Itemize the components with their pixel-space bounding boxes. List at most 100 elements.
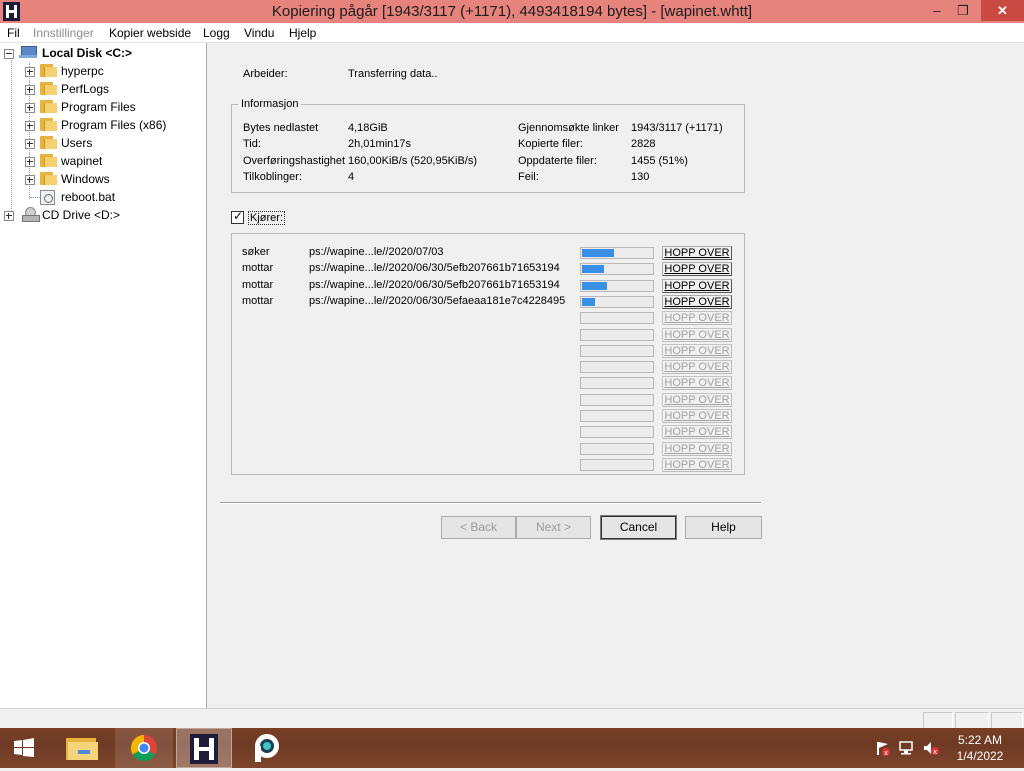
skip-button[interactable]: HOPP OVER: [662, 327, 732, 342]
menu-window[interactable]: Vindu: [244, 26, 274, 40]
transfer-url: ps://wapine...le//2020/06/30/5efaeaa181e…: [309, 294, 566, 307]
tree-item-users[interactable]: Users: [22, 135, 202, 151]
file-explorer-icon: [66, 738, 98, 760]
back-button[interactable]: < Back: [441, 516, 516, 539]
tree-item-label: Users: [61, 136, 93, 150]
local-disk-icon: [19, 46, 39, 59]
expand-toggle[interactable]: [25, 67, 35, 77]
progress-fill: [582, 281, 607, 290]
help-button[interactable]: Help: [685, 516, 762, 539]
bytes-label: Bytes nedlastet: [243, 122, 319, 134]
transfer-url: ps://wapine...le//2020/06/30/5efb207661b…: [309, 278, 560, 291]
expand-toggle[interactable]: [25, 121, 35, 131]
skip-button[interactable]: HOPP OVER: [662, 278, 732, 293]
menu-copy-website[interactable]: Kopier webside: [109, 26, 191, 40]
tree-item-label: Windows: [61, 172, 110, 186]
menu-help[interactable]: Hjelp: [289, 26, 316, 40]
restore-button[interactable]: ❐: [950, 0, 976, 21]
close-button[interactable]: ✕: [981, 0, 1024, 21]
expand-toggle[interactable]: [25, 157, 35, 167]
skip-button[interactable]: HOPP OVER: [662, 311, 732, 326]
info-group: Informasjon: [231, 98, 745, 193]
transfer-progress-bar: [580, 312, 654, 325]
expand-toggle[interactable]: [25, 139, 35, 149]
tree-item-windows[interactable]: Windows: [22, 171, 202, 187]
skip-button[interactable]: HOPP OVER: [662, 246, 732, 260]
expand-toggle[interactable]: [4, 211, 14, 221]
folder-icon: [40, 82, 57, 95]
menu-file[interactable]: Fil: [7, 26, 20, 40]
transfer-progress-bar: [580, 279, 654, 292]
transfer-progress-bar: [580, 247, 654, 259]
speed-value: 160,00KiB/s (520,95KiB/s): [348, 155, 478, 167]
transfer-progress-bar: [580, 328, 654, 341]
skip-button[interactable]: HOPP OVER: [662, 262, 732, 277]
skip-button[interactable]: HOPP OVER: [662, 294, 732, 309]
transfer-progress-bar: [580, 344, 654, 357]
tree-connector: [30, 197, 40, 198]
skip-button[interactable]: HOPP OVER: [662, 409, 732, 423]
tree-item-label: PerfLogs: [61, 82, 110, 96]
tree-item-wapinet[interactable]: wapinet: [22, 153, 202, 169]
tree-item-program-files[interactable]: Program Files: [22, 99, 202, 115]
skip-button[interactable]: HOPP OVER: [662, 441, 732, 456]
expand-toggle[interactable]: [25, 103, 35, 113]
folder-icon: [40, 136, 57, 149]
copied-label: Kopierte filer:: [518, 138, 583, 150]
collapse-toggle[interactable]: [4, 49, 14, 59]
running-checkbox[interactable]: ✓: [231, 209, 244, 224]
menu-settings[interactable]: Innstillinger: [33, 26, 94, 40]
folder-icon: [40, 154, 57, 167]
transfer-progress-bar: [580, 393, 654, 406]
tree-item-local-disk-c[interactable]: Local Disk <C:>: [4, 45, 204, 61]
window-title: Kopiering pågår [1943/3117 (+1171), 4493…: [271, 3, 753, 20]
menu-log[interactable]: Logg: [203, 26, 230, 40]
transfer-progress-bar: [580, 458, 654, 471]
skip-button[interactable]: HOPP OVER: [662, 376, 732, 391]
tree-item-label: Local Disk <C:>: [42, 46, 133, 60]
transfer-url: ps://wapine...le//2020/07/03: [309, 246, 444, 258]
tree-item-label: CD Drive <D:>: [42, 208, 121, 222]
resize-grip[interactable]: [991, 712, 1023, 729]
skip-button[interactable]: HOPP OVER: [662, 457, 732, 472]
skip-button[interactable]: HOPP OVER: [662, 425, 732, 440]
volume-muted-icon[interactable]: x: [922, 740, 940, 756]
status-panel: [955, 712, 989, 729]
check-icon: ✓: [233, 209, 244, 223]
action-center-flag-icon[interactable]: x: [874, 740, 890, 757]
transfer-progress-bar: [580, 377, 654, 390]
transfer-progress-bar: [580, 295, 654, 308]
minimize-button[interactable]: –: [924, 0, 950, 21]
running-label: Kjører:: [248, 211, 285, 225]
tree-item-label: Program Files: [61, 100, 136, 114]
main-panel: Arbeider: Transferring data.. Informasjo…: [208, 43, 1024, 708]
tree-item-cd-drive-d[interactable]: CD Drive <D:>: [4, 207, 204, 223]
network-icon[interactable]: [898, 740, 916, 756]
tree-item-program-files-x86[interactable]: Program Files (x86): [22, 117, 202, 133]
bytes-value: 4,18GiB: [348, 122, 388, 134]
tree-connector: [11, 57, 12, 217]
skip-button[interactable]: HOPP OVER: [662, 343, 732, 358]
expand-toggle[interactable]: [25, 175, 35, 185]
taskbar-httrack[interactable]: [176, 728, 232, 768]
taskbar-file-explorer[interactable]: [58, 728, 106, 768]
skip-button[interactable]: HOPP OVER: [662, 392, 732, 407]
windows-logo-icon: [14, 738, 34, 757]
speed-label: Overføringshastighet: [243, 155, 346, 167]
clock-time[interactable]: 5:22 AM: [952, 733, 1008, 747]
cd-drive-icon: [22, 207, 40, 222]
skip-button[interactable]: HOPP OVER: [662, 360, 732, 375]
tree-item-hyperpc[interactable]: hyperpc: [22, 63, 202, 79]
expand-toggle[interactable]: [25, 85, 35, 95]
next-button[interactable]: Next >: [516, 516, 591, 539]
cancel-button[interactable]: Cancel: [600, 515, 677, 540]
taskbar-chrome[interactable]: [115, 728, 173, 768]
title-bar: Kopiering pågår [1943/3117 (+1171), 4493…: [0, 0, 1024, 23]
tree-item-reboot-bat[interactable]: reboot.bat: [22, 189, 202, 205]
transfer-progress-bar: [580, 410, 654, 422]
start-button[interactable]: [4, 728, 44, 768]
tree-item-perflogs[interactable]: PerfLogs: [22, 81, 202, 97]
status-bar: [0, 708, 1024, 729]
taskbar-app[interactable]: [240, 728, 292, 768]
clock-date[interactable]: 1/4/2022: [952, 749, 1008, 763]
